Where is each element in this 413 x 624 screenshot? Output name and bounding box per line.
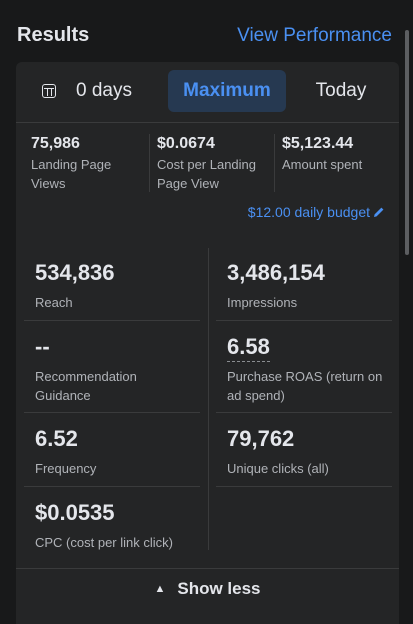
metric-value: 6.52 <box>35 426 78 451</box>
divider <box>24 320 200 321</box>
view-performance-link[interactable]: View Performance <box>237 25 392 47</box>
summary-label: Amount spent <box>282 157 363 172</box>
summary-value: $5,123.44 <box>282 135 354 152</box>
divider <box>24 486 200 487</box>
divider <box>24 412 200 413</box>
tab-maximum[interactable]: Maximum <box>168 70 286 112</box>
divider <box>149 134 150 192</box>
metric-label: Unique clicks (all) <box>227 461 329 476</box>
metric-label: Recommendation Guidance <box>35 369 137 403</box>
summary-value: $0.0674 <box>157 135 215 152</box>
daily-budget-link[interactable]: $12.00 daily budget <box>248 204 385 220</box>
budget-label: $12.00 daily budget <box>247 204 370 220</box>
divider <box>216 412 392 413</box>
tab-label: 0 days <box>76 80 132 101</box>
metric-value: 79,762 <box>227 426 295 451</box>
metric-value: 534,836 <box>35 260 115 285</box>
divider <box>216 320 392 321</box>
metric-label: CPC (cost per link click) <box>35 535 173 550</box>
metric-value: 6.58 <box>227 334 270 362</box>
page-title: Results <box>17 24 90 46</box>
results-header: Results View Performance <box>0 0 413 62</box>
metric-value: 3,486,154 <box>227 260 325 285</box>
divider <box>274 134 275 192</box>
results-card: 0 days Maximum Today 75,986 Landing Page… <box>16 62 399 624</box>
summary-value: 75,986 <box>31 135 80 152</box>
metric-label: Frequency <box>35 461 97 476</box>
scrollbar[interactable] <box>405 30 409 255</box>
calendar-icon <box>42 84 56 98</box>
date-range-tabs: 0 days Maximum Today <box>16 70 399 112</box>
metric-label: Reach <box>35 295 73 310</box>
tab-today[interactable]: Today <box>301 70 381 112</box>
tab-0-days[interactable]: 0 days <box>42 70 152 112</box>
divider <box>16 122 399 123</box>
chevron-up-icon: ▲ <box>154 583 166 595</box>
pencil-icon <box>374 207 384 217</box>
divider <box>216 486 392 487</box>
summary-label: Cost per Landing Page View <box>157 157 257 191</box>
metric-label: Impressions <box>227 295 298 310</box>
divider <box>208 248 209 550</box>
divider <box>16 568 399 569</box>
show-less-label: Show less <box>177 579 261 598</box>
show-less-button[interactable]: ▲ Show less <box>16 574 399 604</box>
metric-label: Purchase ROAS (return on ad spend) <box>227 369 383 403</box>
summary-label: Landing Page Views <box>31 157 112 191</box>
metric-value: -- <box>35 334 50 359</box>
metric-value: $0.0535 <box>35 500 115 525</box>
